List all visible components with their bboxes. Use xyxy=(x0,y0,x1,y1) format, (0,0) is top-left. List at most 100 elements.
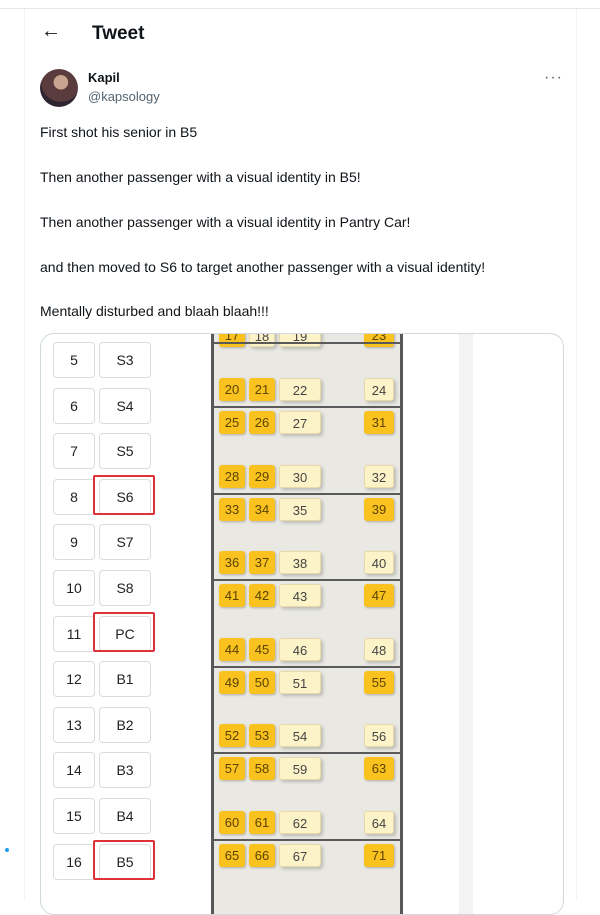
tweet-text-line: and then moved to S6 to target another p… xyxy=(40,259,486,275)
coach-number: 14 xyxy=(53,752,95,789)
coach-code[interactable]: S7 xyxy=(99,524,151,561)
notification-dot xyxy=(5,848,9,852)
seat: 47 xyxy=(364,584,394,607)
seat: 38 xyxy=(279,551,321,574)
seat: 36 xyxy=(219,551,245,574)
highlight-box xyxy=(93,474,155,515)
seat: 71 xyxy=(364,843,394,867)
compartment-divider xyxy=(214,406,400,408)
tweet-text-line: Then another passenger with a visual ide… xyxy=(40,169,361,185)
seat: 67 xyxy=(279,843,321,867)
seat: 25 xyxy=(219,411,245,434)
seat: 50 xyxy=(249,670,275,694)
seat: 18 xyxy=(249,334,275,347)
seat: 21 xyxy=(249,378,275,401)
seat: 42 xyxy=(249,584,275,607)
coach-code[interactable]: B4 xyxy=(99,798,151,834)
seat: 61 xyxy=(249,810,275,834)
seat: 40 xyxy=(364,551,394,574)
seat: 59 xyxy=(279,757,321,780)
seat: 62 xyxy=(279,810,321,834)
more-options-icon[interactable]: ··· xyxy=(544,69,563,87)
highlight-box xyxy=(93,611,155,652)
seat: 26 xyxy=(249,411,275,434)
seat: 49 xyxy=(219,670,245,694)
image-side-panel xyxy=(459,334,473,914)
coach-number: 9 xyxy=(53,524,95,561)
top-divider xyxy=(0,8,600,9)
seat: 17 xyxy=(219,334,245,347)
seat: 52 xyxy=(219,724,245,747)
seat: 24 xyxy=(364,378,394,401)
author-name[interactable]: Kapil xyxy=(88,70,120,85)
tweet-text-line: First shot his senior in B5 xyxy=(40,124,198,140)
compartment-divider xyxy=(214,579,400,581)
compartment-divider xyxy=(214,342,400,344)
coach-code[interactable]: S4 xyxy=(99,387,151,424)
tweet-text-line: Mentally disturbed and blaah blaah!!! xyxy=(40,303,269,319)
seat: 23 xyxy=(364,334,394,347)
tweet-text-line: Then another passenger with a visual ide… xyxy=(40,214,411,230)
column-border-right xyxy=(576,9,577,900)
seat: 57 xyxy=(219,757,245,780)
coach-number: 10 xyxy=(53,570,95,606)
seat: 43 xyxy=(279,584,321,607)
seat: 20 xyxy=(219,378,245,401)
seat: 28 xyxy=(219,464,245,488)
seat: 65 xyxy=(219,843,245,867)
seat: 39 xyxy=(364,497,394,521)
coach-code[interactable]: S8 xyxy=(99,570,151,606)
avatar[interactable] xyxy=(40,69,78,107)
seat: 58 xyxy=(249,757,275,780)
seat: 63 xyxy=(364,757,394,780)
coach-number: 13 xyxy=(53,706,95,743)
highlight-box xyxy=(93,839,155,880)
seat: 41 xyxy=(219,584,245,607)
author-handle[interactable]: @kapsology xyxy=(88,89,160,104)
compartment-divider xyxy=(214,492,400,495)
seat: 66 xyxy=(249,843,275,867)
coach-number: 7 xyxy=(53,433,95,470)
coach-number: 8 xyxy=(53,478,95,515)
seat: 37 xyxy=(249,551,275,574)
coach-number: 16 xyxy=(53,843,95,880)
seat: 54 xyxy=(279,724,321,747)
coach-number: 5 xyxy=(53,342,95,378)
coach-code[interactable]: S3 xyxy=(99,342,151,378)
coach-code[interactable]: B3 xyxy=(99,752,151,789)
tweet-header: ← Tweet xyxy=(25,14,576,54)
seat: 29 xyxy=(249,464,275,488)
coach-code[interactable]: B1 xyxy=(99,661,151,698)
seat: 31 xyxy=(364,411,394,434)
seat: 33 xyxy=(219,497,245,521)
seat: 32 xyxy=(364,464,394,488)
seat: 55 xyxy=(364,670,394,694)
coach-code[interactable]: B2 xyxy=(99,706,151,743)
compartment-divider xyxy=(214,665,400,668)
seat: 27 xyxy=(279,411,321,434)
seat: 30 xyxy=(279,464,321,488)
arrow-left-icon[interactable]: ← xyxy=(41,20,61,43)
coach-number: 12 xyxy=(53,661,95,698)
tweet-media-image[interactable]: 5 S3 6 S4 7 S5 8 S6 9 S7 10 S8 11 PC 12 B1 13 B2 14 B3 15 B4 1… xyxy=(40,333,564,915)
seat: 44 xyxy=(219,637,245,661)
coach-number: 6 xyxy=(53,387,95,424)
seat: 56 xyxy=(364,724,394,747)
coach-number: 15 xyxy=(53,798,95,834)
seat: 45 xyxy=(249,637,275,661)
column-border-left xyxy=(24,9,25,900)
coach-number: 11 xyxy=(53,615,95,652)
seat: 48 xyxy=(364,637,394,661)
seat: 46 xyxy=(279,637,321,661)
compartment-divider xyxy=(214,752,400,754)
page-title: Tweet xyxy=(92,23,145,44)
seat: 51 xyxy=(279,670,321,694)
seat: 19 xyxy=(279,334,321,347)
seat: 35 xyxy=(279,497,321,521)
seat: 22 xyxy=(279,378,321,401)
compartment-divider xyxy=(214,838,400,841)
seat: 53 xyxy=(249,724,275,747)
seat: 60 xyxy=(219,810,245,834)
seat: 34 xyxy=(249,497,275,521)
coach-code[interactable]: S5 xyxy=(99,433,151,470)
